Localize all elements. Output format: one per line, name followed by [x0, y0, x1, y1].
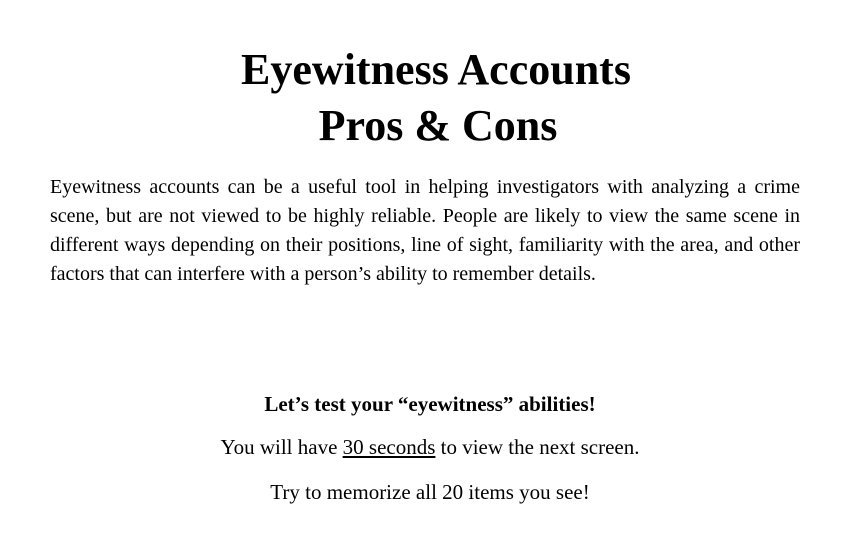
time-instruction-prefix: You will have: [220, 435, 343, 459]
intro-paragraph: Eyewitness accounts can be a useful tool…: [50, 176, 800, 285]
call-to-action: Let’s test your “eyewitness” abilities!: [264, 392, 596, 416]
slide-title-line-2: Pros & Cons: [318, 101, 558, 150]
slide-title-line-1: Eyewitness Accounts: [241, 45, 631, 94]
time-limit-emphasis: 30 seconds: [342, 435, 436, 459]
time-instruction: You will have 30 seconds to view the nex…: [0, 434, 862, 460]
time-instruction-suffix: to view the next screen.: [435, 435, 640, 459]
memorize-instruction: Try to memorize all 20 items you see!: [270, 480, 590, 504]
